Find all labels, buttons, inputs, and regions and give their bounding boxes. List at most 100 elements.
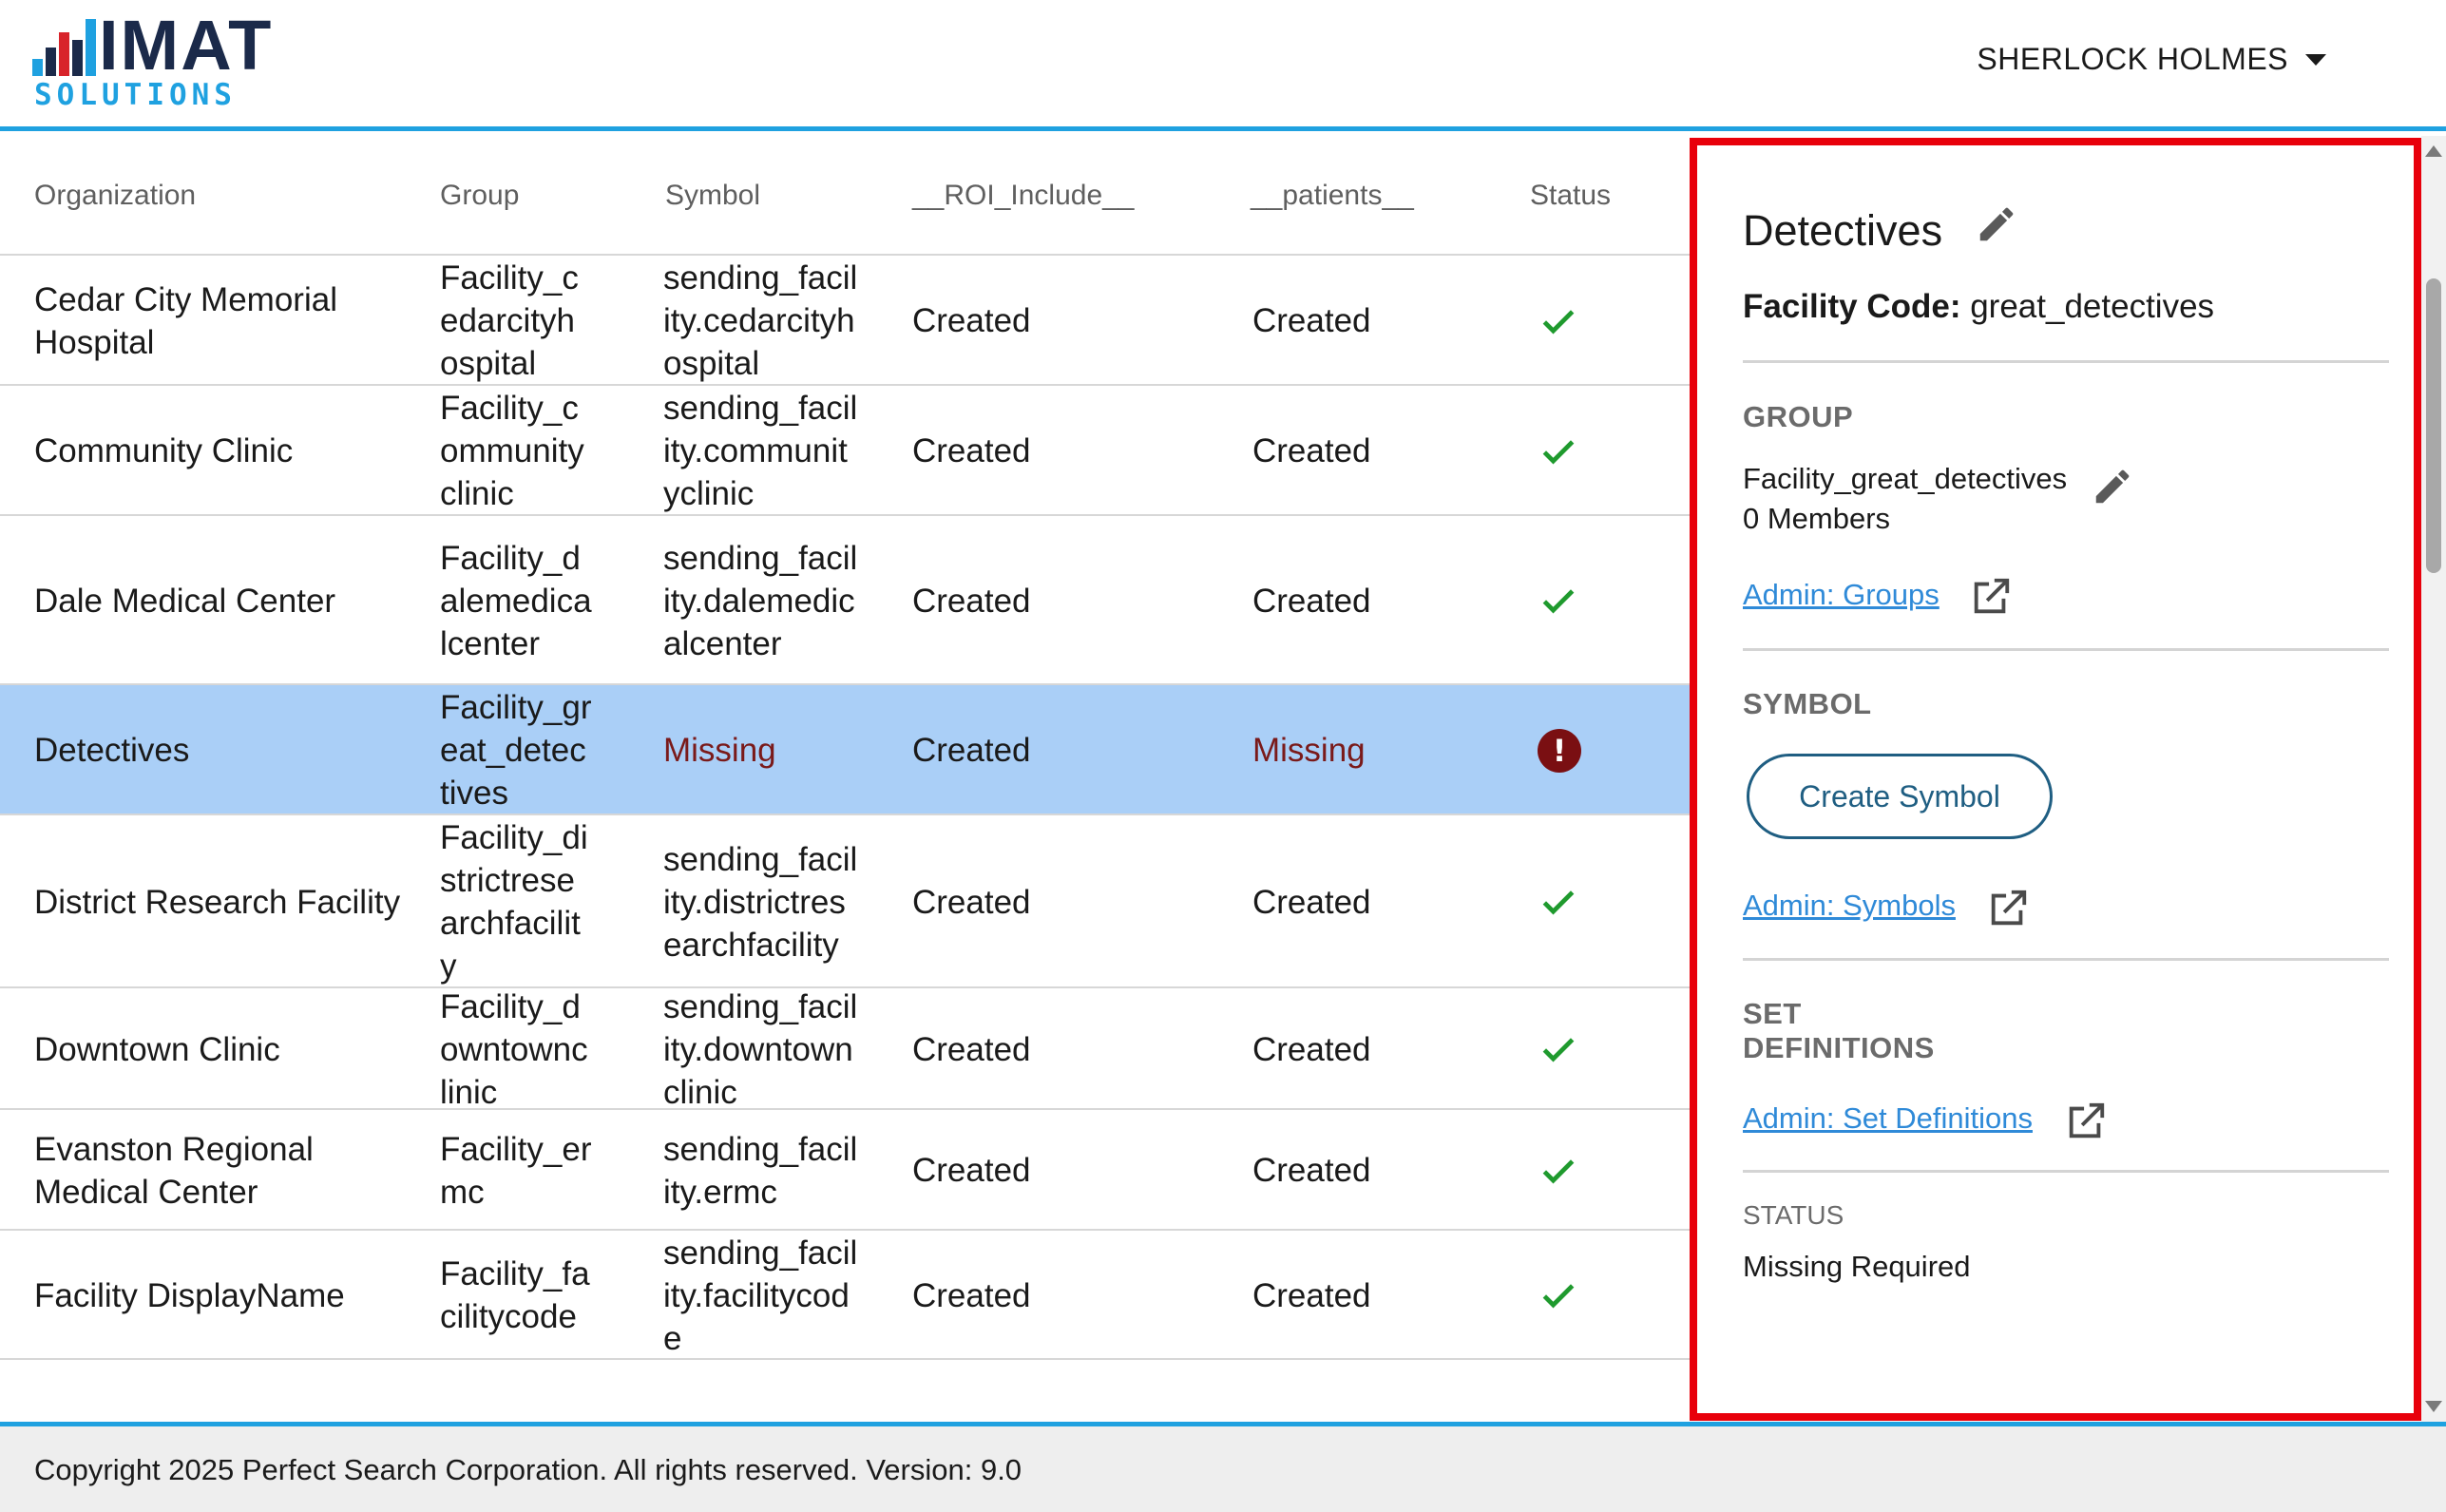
group-members: 0 Members (1743, 502, 1891, 535)
check-status-icon (1542, 1038, 1575, 1062)
group-heading: GROUP (1743, 400, 1854, 433)
cell-organization: Dale Medical Center (34, 582, 336, 620)
cell-patients: Created (1252, 302, 1371, 339)
cell-group: Facility_facilitycode (440, 1255, 590, 1335)
table-row[interactable]: Downtown Clinic Facility_downtownclinic se… (0, 987, 1690, 1111)
page-scrollbar[interactable] (2421, 136, 2446, 1422)
user-menu[interactable]: SHERLOCK HOLMES (1977, 42, 2326, 77)
group-name: Facility_great_detectives (1743, 462, 2068, 495)
cell-organization: Evanston Regional Medical Center (34, 1130, 314, 1211)
scroll-down-arrow-icon[interactable] (2425, 1401, 2442, 1412)
app-header: IMAT SOLUTIONS SHERLOCK HOLMES (0, 0, 2446, 131)
column-header-status[interactable]: Status (1530, 180, 1611, 212)
cell-organization: District Research Facility (34, 883, 401, 921)
copyright-text: Copyright 2025 Perfect Search Corporatio… (34, 1453, 1022, 1486)
check-status-icon (1542, 439, 1575, 464)
cell-symbol: sending_facility.cedarcityhospital (663, 259, 858, 382)
table-row[interactable]: Community Clinic Facility_communityclinic… (0, 386, 1690, 516)
cell-roi-include: Created (912, 1030, 1031, 1068)
set-definitions-heading-line2: DEFINITIONS (1743, 1031, 1935, 1064)
cell-symbol: sending_facility.ermc (663, 1130, 858, 1211)
admin-set-definitions-link[interactable]: Admin: Set Definitions (1743, 1101, 2033, 1136)
check-status-icon (1542, 589, 1575, 614)
cell-roi-include: Created (912, 883, 1031, 921)
cell-roi-include: Created (912, 1152, 1031, 1189)
cell-group: Facility_dalemedicalcenter (440, 539, 592, 662)
organizations-table: Organization Group Symbol __ROI_Include_… (0, 136, 1690, 1425)
cell-roi-include: Created (912, 582, 1031, 620)
table-header: Organization Group Symbol __ROI_Include_… (0, 136, 1690, 256)
table-row[interactable]: District Research Facility Facility_distr… (0, 815, 1690, 988)
facility-code-value: great_detectives (1970, 288, 2215, 325)
logo-text: IMAT (99, 6, 274, 85)
column-header-patients[interactable]: __patients__ (1251, 180, 1414, 212)
edit-title-pencil-icon[interactable] (1975, 202, 2018, 246)
logo-subtext: SOLUTIONS (34, 78, 237, 112)
cell-symbol: sending_facility.downtownclinic (663, 987, 858, 1111)
detail-panel: Detectives Facility Code: great_detectiv… (1690, 138, 2421, 1421)
cell-patients: Created (1252, 1276, 1371, 1314)
user-name: SHERLOCK HOLMES (1977, 42, 2288, 76)
divider (1743, 360, 2389, 363)
cell-patients: Missing (1252, 732, 1366, 769)
status-value: Missing Required (1743, 1250, 1971, 1283)
table-row[interactable]: Facility DisplayName Facility_facilitycod… (0, 1231, 1690, 1360)
column-header-roi-include[interactable]: __ROI_Include__ (912, 180, 1135, 212)
scroll-up-arrow-icon[interactable] (2425, 145, 2442, 157)
cell-patients: Created (1252, 582, 1371, 620)
facility-code: Facility Code: great_detectives (1743, 288, 2214, 326)
admin-groups-link[interactable]: Admin: Groups (1743, 578, 1940, 612)
cell-roi-include: Created (912, 302, 1031, 339)
cell-organization: Cedar City Memorial Hospital (34, 280, 337, 361)
open-external-icon[interactable] (1986, 887, 2030, 930)
table-row[interactable]: Dale Medical Center Facility_dalemedicalc… (0, 516, 1690, 685)
create-symbol-button[interactable]: Create Symbol (1747, 754, 2053, 839)
edit-group-pencil-icon[interactable] (2091, 465, 2134, 508)
cell-group: Facility_downtownclinic (440, 987, 588, 1111)
open-external-icon[interactable] (1969, 575, 2013, 619)
set-definitions-heading-line1: SET (1743, 997, 1802, 1030)
cell-patients: Created (1252, 1030, 1371, 1068)
cell-organization: Facility DisplayName (34, 1276, 345, 1314)
cell-group: Facility_districtresearchfacility (440, 819, 588, 985)
table-row[interactable]: Cedar City Memorial Hospital Facility_ced… (0, 256, 1690, 386)
cell-group: Facility_communityclinic (440, 390, 584, 512)
imat-logo[interactable]: IMAT SOLUTIONS (32, 6, 298, 112)
cell-symbol: Missing (663, 732, 776, 769)
admin-symbols-link[interactable]: Admin: Symbols (1743, 889, 1956, 923)
cell-symbol: sending_facility.communityclinic (663, 390, 858, 512)
check-status-icon (1542, 1158, 1575, 1183)
cell-roi-include: Created (912, 732, 1031, 769)
cell-symbol: sending_facility.dalemedicalcenter (663, 539, 858, 662)
status-label: STATUS (1743, 1200, 1844, 1230)
open-external-icon[interactable] (2064, 1100, 2108, 1143)
cell-patients: Created (1252, 883, 1371, 921)
table-row[interactable]: Evanston Regional Medical Center Facility… (0, 1110, 1690, 1231)
scrollbar-thumb[interactable] (2426, 278, 2441, 573)
facility-code-label: Facility Code: (1743, 288, 1961, 325)
table-row[interactable]: Detectives Facility_great_detectives Missi… (0, 685, 1690, 815)
cell-patients: Created (1252, 1152, 1371, 1189)
divider (1743, 958, 2389, 961)
caret-down-icon (2305, 53, 2326, 66)
column-header-group[interactable]: Group (440, 180, 519, 212)
cell-group: Facility_great_detectives (440, 689, 592, 812)
cell-patients: Created (1252, 432, 1371, 469)
cell-organization: Downtown Clinic (34, 1030, 280, 1068)
cell-roi-include: Created (912, 432, 1031, 469)
app-footer: Copyright 2025 Perfect Search Corporatio… (0, 1422, 2446, 1512)
symbol-heading: SYMBOL (1743, 687, 1872, 720)
cell-group: Facility_ermc (440, 1130, 592, 1211)
check-status-icon (1542, 890, 1575, 915)
cell-organization: Detectives (34, 732, 190, 769)
panel-title: Detectives (1743, 206, 1943, 255)
check-status-icon (1542, 1284, 1575, 1309)
cell-organization: Community Clinic (34, 432, 294, 469)
cell-roi-include: Created (912, 1276, 1031, 1314)
divider (1743, 648, 2389, 651)
error-status-icon: ! (1538, 728, 1581, 773)
logo-bars-icon (32, 17, 96, 76)
divider (1743, 1170, 2389, 1173)
column-header-organization[interactable]: Organization (34, 180, 196, 212)
column-header-symbol[interactable]: Symbol (665, 180, 760, 212)
